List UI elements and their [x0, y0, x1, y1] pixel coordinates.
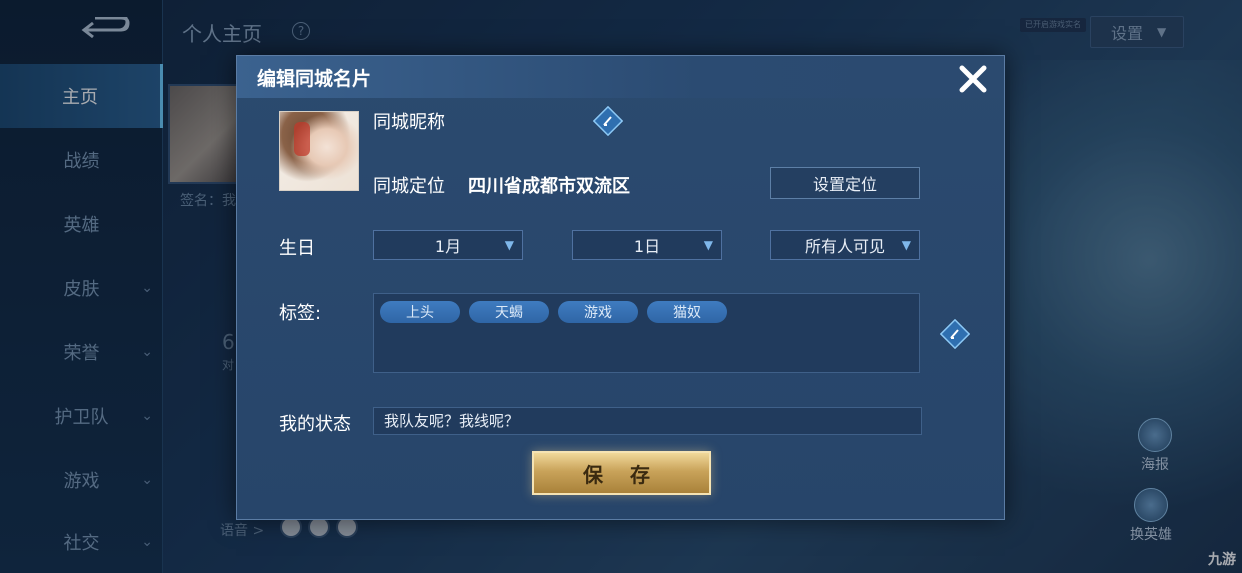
tag-chip: 上头 [380, 301, 460, 323]
tag-chip: 猫奴 [647, 301, 727, 323]
birth-month-select[interactable]: 1月 ▼ [373, 230, 523, 260]
set-location-button[interactable]: 设置定位 [770, 167, 920, 199]
tags-container: 上头 天蝎 游戏 猫奴 [373, 293, 920, 373]
dialog-title: 编辑同城名片 [257, 68, 372, 90]
set-location-label: 设置定位 [812, 175, 877, 194]
tag-chip: 游戏 [558, 301, 638, 323]
save-label: 保 存 [583, 462, 660, 487]
visibility-select[interactable]: 所有人可见 ▼ [770, 230, 920, 260]
status-input[interactable]: 我队友呢？我线呢？ [373, 407, 922, 435]
nickname-label: 同城昵称 [373, 112, 445, 133]
save-button[interactable]: 保 存 [532, 451, 711, 495]
edit-city-card-dialog: 编辑同城名片 同城昵称 同城定位 四川省成都市双流区 设置定位 生日 1月 ▼ … [236, 55, 1005, 520]
birth-month-value: 1月 [434, 237, 462, 256]
status-label: 我的状态 [279, 414, 351, 435]
birth-day-value: 1日 [633, 237, 661, 256]
edit-icon [940, 319, 970, 349]
chevron-down-icon: ▼ [504, 238, 514, 252]
location-label: 同城定位 [373, 176, 445, 197]
location-value: 四川省成都市双流区 [468, 176, 630, 197]
tag-chip: 天蝎 [469, 301, 549, 323]
edit-tags-button[interactable] [940, 319, 970, 349]
birthday-label: 生日 [279, 238, 315, 259]
edit-nickname-button[interactable] [593, 106, 623, 136]
dialog-header: 编辑同城名片 [237, 56, 1004, 98]
avatar[interactable] [279, 111, 359, 191]
birth-day-select[interactable]: 1日 ▼ [572, 230, 722, 260]
close-button[interactable] [953, 59, 993, 99]
edit-icon [593, 106, 623, 136]
visibility-value: 所有人可见 [804, 237, 885, 256]
chevron-down-icon: ▼ [901, 238, 911, 252]
close-icon [959, 65, 987, 93]
tags-label: 标签: [279, 303, 322, 324]
chevron-down-icon: ▼ [703, 238, 713, 252]
